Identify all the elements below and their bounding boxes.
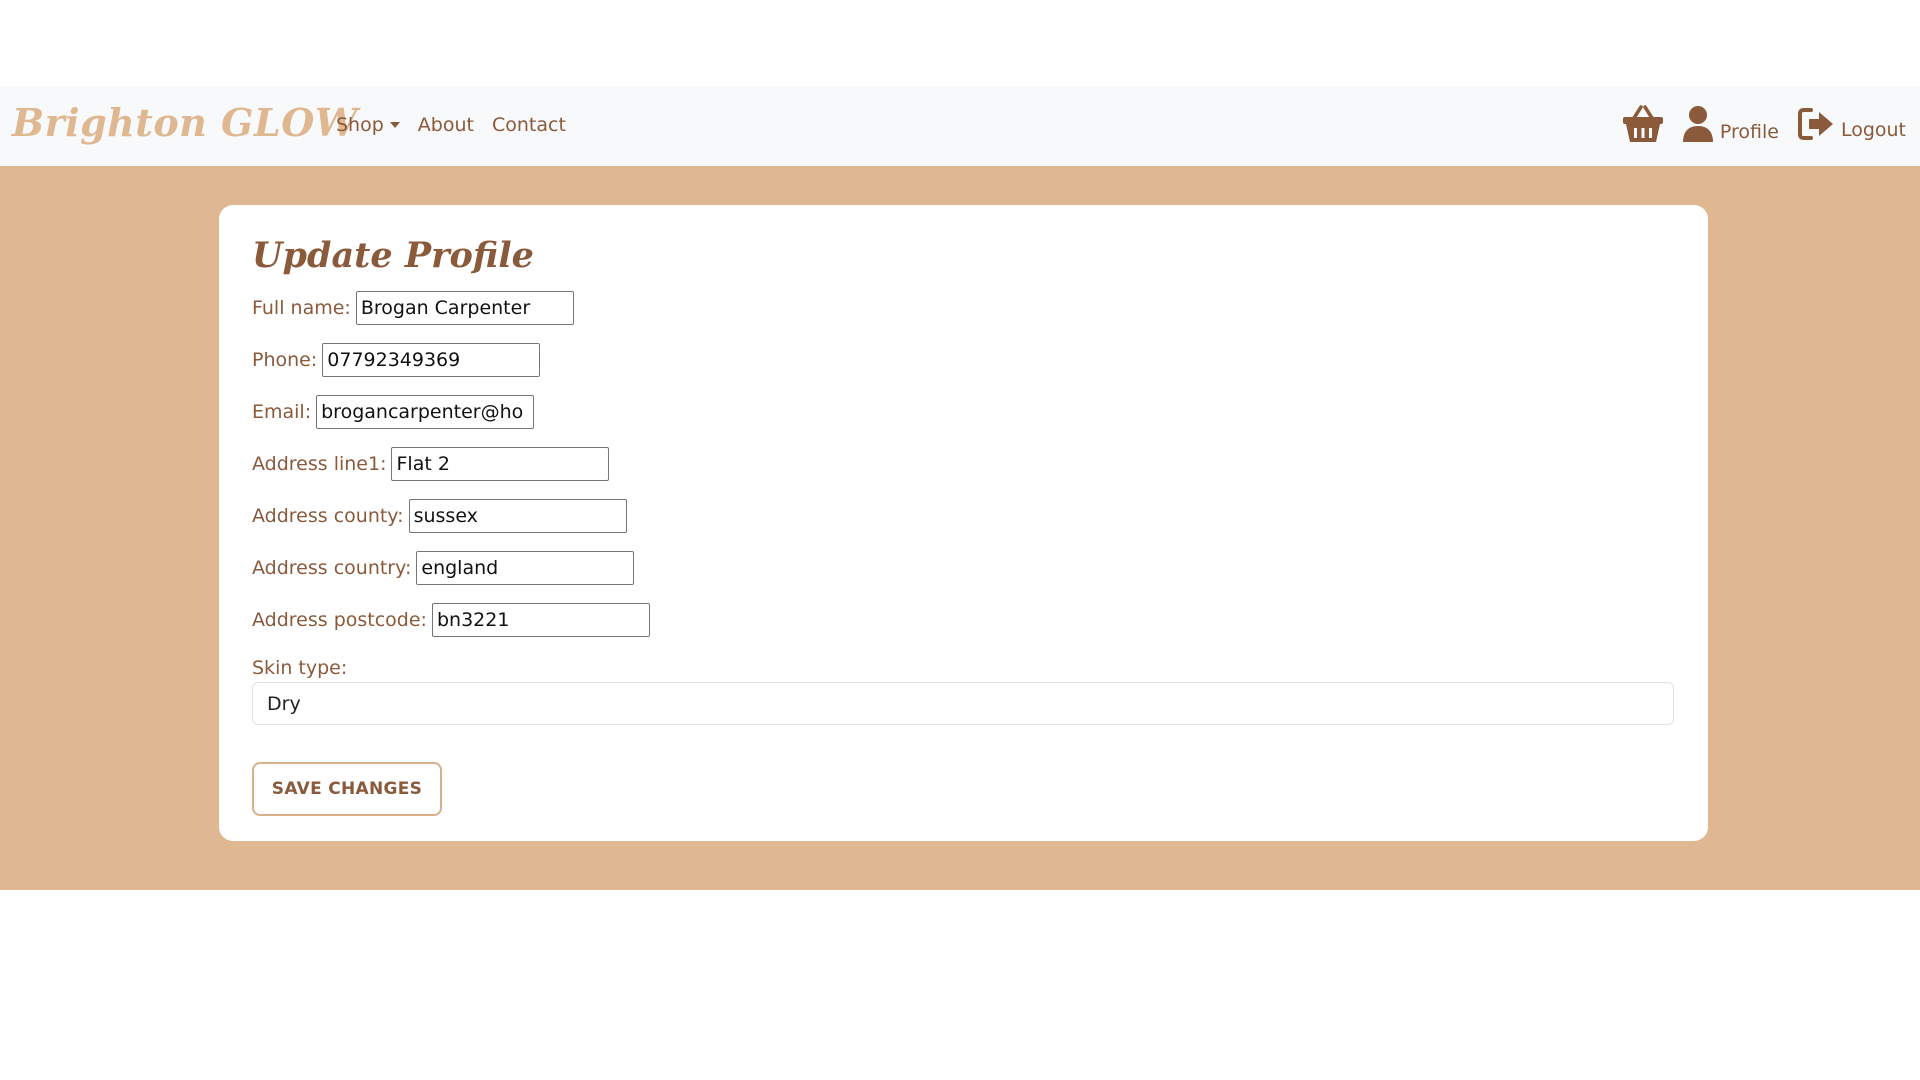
- caret-down-icon: [389, 122, 400, 128]
- nav-about[interactable]: About: [418, 114, 474, 136]
- phone-label: Phone:: [252, 349, 318, 371]
- skin-type-select[interactable]: Dry: [252, 682, 1674, 725]
- page-title: Update Profile: [252, 235, 534, 276]
- basket-icon: [1622, 105, 1663, 142]
- address-country-input[interactable]: [416, 551, 635, 585]
- email-input[interactable]: [316, 395, 535, 429]
- profile-link[interactable]: Profile: [1682, 105, 1779, 143]
- address-county-label: Address county:: [252, 505, 404, 527]
- address-county-input[interactable]: [408, 499, 627, 533]
- save-changes-button[interactable]: SAVE CHANGES: [252, 762, 442, 816]
- full-name-row: Full name:: [252, 291, 574, 325]
- address-country-row: Address country:: [252, 551, 635, 585]
- address-postcode-label: Address postcode:: [252, 609, 427, 631]
- address-postcode-input[interactable]: [431, 603, 650, 637]
- full-name-label: Full name:: [252, 297, 351, 319]
- logout-link[interactable]: Logout: [1797, 107, 1906, 141]
- nav-contact[interactable]: Contact: [492, 114, 566, 136]
- email-row: Email:: [252, 395, 535, 429]
- skin-type-selected-value: Dry: [267, 693, 301, 715]
- navbar: Brighton GLOW Shop About Contact Profile…: [0, 86, 1920, 166]
- user-icon: [1682, 106, 1713, 142]
- nav-right: Profile Logout: [1622, 104, 1906, 144]
- main-content: Update Profile Full name: Phone: Email: …: [0, 166, 1920, 890]
- address-postcode-row: Address postcode:: [252, 603, 650, 637]
- nav-shop-label: Shop: [336, 114, 384, 136]
- brand-logo[interactable]: Brighton GLOW: [12, 100, 358, 145]
- update-profile-card: Update Profile Full name: Phone: Email: …: [219, 205, 1708, 841]
- address-county-row: Address county:: [252, 499, 627, 533]
- email-label: Email:: [252, 401, 312, 423]
- address-line1-label: Address line1:: [252, 453, 387, 475]
- nav-links: Shop About Contact: [336, 114, 566, 136]
- address-line1-row: Address line1:: [252, 447, 610, 481]
- full-name-input[interactable]: [355, 291, 574, 325]
- nav-shop-dropdown[interactable]: Shop: [336, 114, 400, 136]
- phone-input[interactable]: [322, 343, 541, 377]
- address-country-label: Address country:: [252, 557, 412, 579]
- profile-label: Profile: [1719, 121, 1779, 143]
- address-line1-input[interactable]: [391, 447, 610, 481]
- logout-label: Logout: [1840, 119, 1906, 141]
- skin-type-label: Skin type:: [252, 657, 348, 679]
- basket-button[interactable]: [1622, 104, 1664, 144]
- phone-row: Phone:: [252, 343, 541, 377]
- sign-out-icon: [1797, 108, 1833, 140]
